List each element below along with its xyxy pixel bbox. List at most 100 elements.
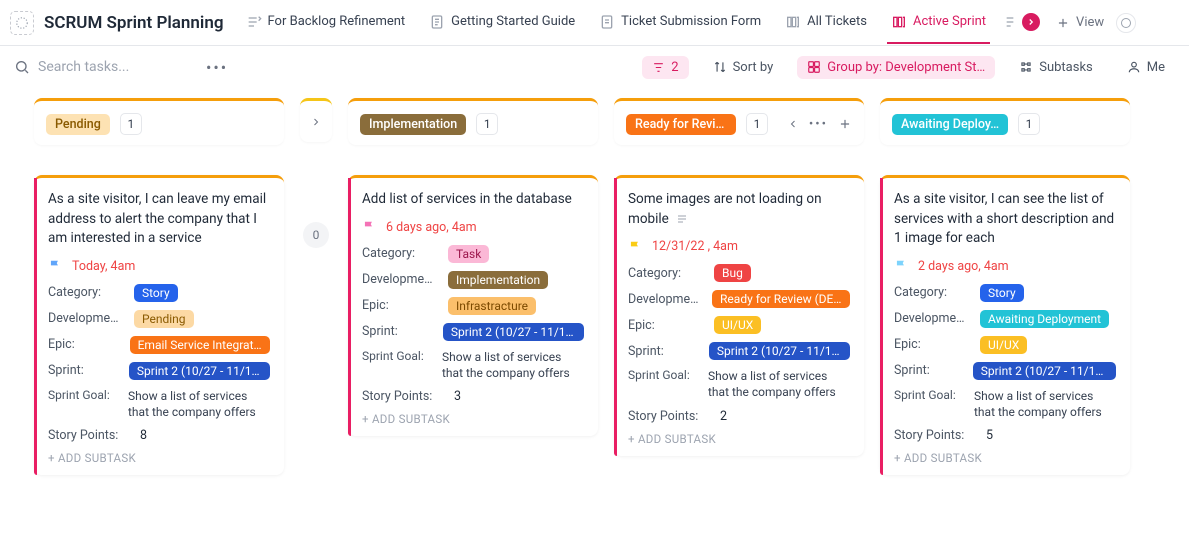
sprint-goal: Show a list of services that the company… bbox=[708, 368, 850, 400]
collapsed-count: 0 bbox=[303, 222, 329, 248]
column-awaiting-deploy: Awaiting Deploy… 1 As a site visitor, I … bbox=[880, 98, 1130, 475]
description-icon bbox=[676, 213, 688, 225]
flag-icon bbox=[894, 259, 908, 273]
toolbar: ••• 2 Sort by Group by: Development St… … bbox=[0, 46, 1189, 88]
board: Pending 1 As a site visitor, I can leave… bbox=[0, 88, 1189, 495]
column-implementation: Implementation 1 Add list of services in… bbox=[348, 98, 598, 436]
task-card[interactable]: Some images are not loading on mobile 12… bbox=[614, 175, 864, 456]
category-chip: Bug bbox=[714, 264, 751, 282]
flag-icon bbox=[48, 259, 62, 273]
add-view-label: View bbox=[1076, 15, 1104, 30]
status-chip: Pending bbox=[46, 114, 110, 135]
filter-count: 2 bbox=[671, 60, 678, 75]
tab-all-tickets[interactable]: All Tickets bbox=[775, 8, 877, 38]
story-points: 3 bbox=[454, 389, 461, 404]
tab-getting-started[interactable]: Getting Started Guide bbox=[419, 8, 585, 38]
tab-backlog-refinement[interactable]: For Backlog Refinement bbox=[236, 8, 416, 38]
flag-icon bbox=[362, 220, 376, 234]
add-subtask-button[interactable]: + ADD SUBTASK bbox=[894, 451, 1116, 465]
task-card[interactable]: Add list of services in the database 6 d… bbox=[348, 175, 598, 436]
sprint-chip: Sprint 2 (10/27 - 11/17/… bbox=[443, 323, 584, 341]
column-collapsed: 0 bbox=[300, 98, 332, 248]
subtasks-button[interactable]: Subtasks bbox=[1009, 56, 1103, 79]
sprint-goal: Show a list of services that the company… bbox=[974, 388, 1116, 420]
task-card[interactable]: As a site visitor, I can see the list of… bbox=[880, 175, 1130, 475]
search-box[interactable] bbox=[14, 59, 188, 75]
epic-chip: UI/UX bbox=[980, 336, 1027, 354]
story-points: 2 bbox=[720, 409, 727, 424]
category-chip: Story bbox=[980, 284, 1024, 302]
tab-label: Ticket Submission Form bbox=[621, 14, 761, 29]
card-title: Add list of services in the database bbox=[362, 190, 584, 210]
chevron-right-icon bbox=[310, 116, 322, 128]
search-icon bbox=[14, 59, 30, 75]
tab-ticket-form[interactable]: Ticket Submission Form bbox=[589, 8, 771, 38]
overflow-icon[interactable] bbox=[1116, 13, 1136, 33]
status-chip: Ready for Revie… bbox=[626, 114, 736, 135]
me-button[interactable]: Me bbox=[1117, 56, 1175, 79]
column-header[interactable]: Ready for Revie… 1 ••• bbox=[614, 98, 864, 145]
sprint-goal: Show a list of services that the company… bbox=[128, 388, 270, 420]
tab-label: All Tickets bbox=[807, 14, 867, 29]
top-bar: SCRUM Sprint Planning For Backlog Refine… bbox=[0, 0, 1189, 46]
epic-chip: Email Service Integration bbox=[130, 336, 270, 354]
due-row: 6 days ago, 4am bbox=[362, 220, 584, 235]
add-subtask-button[interactable]: + ADD SUBTASK bbox=[628, 432, 850, 446]
add-task-icon[interactable] bbox=[838, 117, 852, 131]
app-title: SCRUM Sprint Planning bbox=[44, 13, 224, 33]
story-points: 5 bbox=[986, 428, 993, 443]
due-row: 2 days ago, 4am bbox=[894, 259, 1116, 274]
add-subtask-button[interactable]: + ADD SUBTASK bbox=[48, 451, 270, 465]
sort-label: Sort by bbox=[733, 60, 774, 75]
stage-chip: Ready for Review (DEV) bbox=[712, 290, 850, 308]
chevron-right-icon bbox=[1022, 13, 1040, 31]
subtasks-icon bbox=[1019, 60, 1033, 74]
task-card[interactable]: As a site visitor, I can leave my email … bbox=[34, 175, 284, 475]
due-date: 2 days ago, 4am bbox=[918, 259, 1009, 274]
filter-button[interactable]: 2 bbox=[642, 56, 688, 79]
card-title: As a site visitor, I can leave my email … bbox=[48, 190, 270, 249]
status-chip: Implementation bbox=[360, 114, 466, 135]
tab-next[interactable] bbox=[1000, 7, 1044, 39]
column-pending: Pending 1 As a site visitor, I can leave… bbox=[34, 98, 284, 475]
sort-button[interactable]: Sort by bbox=[703, 56, 784, 79]
tab-label: For Backlog Refinement bbox=[268, 14, 406, 29]
due-date: 12/31/22 , 4am bbox=[652, 239, 738, 254]
epic-chip: Infrastracture bbox=[448, 297, 536, 315]
status-chip: Awaiting Deploy… bbox=[892, 114, 1008, 135]
group-by-button[interactable]: Group by: Development St… bbox=[797, 56, 995, 79]
category-chip: Task bbox=[448, 245, 489, 263]
column-header[interactable]: Pending 1 bbox=[34, 98, 284, 145]
stage-chip: Implementation bbox=[448, 271, 548, 289]
column-count: 1 bbox=[476, 113, 498, 135]
column-header[interactable]: Awaiting Deploy… 1 bbox=[880, 98, 1130, 145]
column-count: 1 bbox=[1018, 113, 1040, 135]
more-options-button[interactable]: ••• bbox=[206, 58, 228, 77]
filter-icon bbox=[652, 61, 665, 74]
column-ready-review: Ready for Revie… 1 ••• Some images are n… bbox=[614, 98, 864, 456]
add-subtask-button[interactable]: + ADD SUBTASK bbox=[362, 412, 584, 426]
flag-icon bbox=[628, 240, 642, 254]
sprint-chip: Sprint 2 (10/27 - 11/17/… bbox=[129, 362, 270, 380]
add-view-button[interactable]: View bbox=[1048, 15, 1112, 30]
story-points: 8 bbox=[140, 428, 147, 443]
stage-chip: Awaiting Deployment bbox=[980, 310, 1109, 328]
column-header[interactable]: Implementation 1 bbox=[348, 98, 598, 145]
search-input[interactable] bbox=[38, 59, 188, 75]
column-more-icon[interactable]: ••• bbox=[809, 117, 828, 132]
due-date: 6 days ago, 4am bbox=[386, 220, 477, 235]
card-title: As a site visitor, I can see the list of… bbox=[894, 190, 1116, 249]
me-label: Me bbox=[1147, 60, 1165, 75]
sprint-chip: Sprint 2 (10/27 - 11/17/2… bbox=[973, 362, 1116, 380]
due-date: Today, 4am bbox=[72, 259, 135, 274]
app-icon bbox=[10, 11, 34, 35]
person-icon bbox=[1127, 60, 1141, 74]
tab-label: Getting Started Guide bbox=[451, 14, 575, 29]
expand-column-button[interactable] bbox=[300, 98, 332, 142]
column-count: 1 bbox=[746, 113, 768, 135]
due-row: 12/31/22 , 4am bbox=[628, 239, 850, 254]
subtasks-label: Subtasks bbox=[1039, 60, 1093, 75]
chevron-left-icon[interactable] bbox=[787, 118, 799, 130]
tab-active-sprint[interactable]: Active Sprint bbox=[881, 8, 996, 38]
stage-chip: Pending bbox=[134, 310, 194, 328]
